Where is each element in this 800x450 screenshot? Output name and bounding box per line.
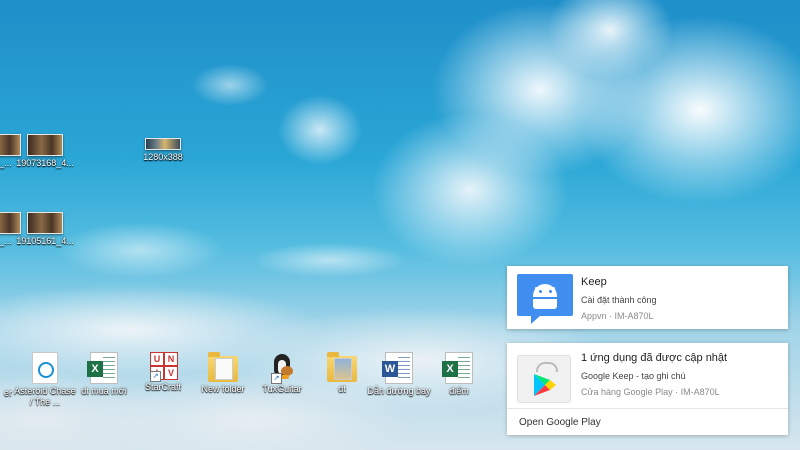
tuxguitar-penguin-icon: ↗: [269, 352, 295, 384]
desktop-icon-asteroid-chase[interactable]: Asteroid Chase / The ...: [12, 352, 78, 408]
icon-label: Asteroid Chase / The ...: [14, 386, 76, 407]
icon-label: TuxGuitar: [262, 384, 302, 394]
desktop-icon-partial[interactable]: er: [0, 352, 12, 399]
notification-body: Cài đặt thành công: [581, 295, 657, 305]
shortcut-arrow-icon: ↗: [271, 373, 282, 384]
notification-divider: [507, 408, 788, 409]
image-thumbnail-icon: [145, 138, 181, 150]
notification-body: Google Keep - tạo ghi chú: [581, 371, 686, 381]
word-file-icon: W: [382, 352, 413, 384]
image-thumbnail-icon: [27, 134, 63, 156]
desktop-icon-new-folder[interactable]: New folder: [190, 352, 256, 395]
icon-label: 1280x388: [143, 152, 183, 162]
open-google-play-button[interactable]: Open Google Play: [519, 417, 601, 428]
desktop-icon-image-19073168[interactable]: 19073168_4...: [12, 128, 78, 169]
desktop-icon-diem[interactable]: X điểm: [426, 352, 492, 397]
icon-label: Dẫn đường bay: [367, 386, 431, 396]
play-triangle-icon: [534, 374, 556, 396]
image-thumbnail-icon: [27, 212, 63, 234]
desktop-icon-starcraft[interactable]: U N I V ↗ StarCraft: [130, 352, 196, 393]
desktop-icon-image-1280x388[interactable]: 1280x388: [130, 128, 196, 163]
icon-label: 19105161_4...: [16, 236, 74, 246]
notification-source: Appvn · IM-A870L: [581, 311, 654, 321]
notification-title: 1 ứng dụng đã được cập nhật: [581, 352, 728, 364]
starcraft-icon: U N I V ↗: [148, 352, 178, 382]
desktop-icon-image-19105161[interactable]: 19105161_4...: [12, 206, 78, 247]
notification-title: Keep: [581, 276, 607, 288]
asteroid-file-icon: [32, 352, 58, 384]
folder-icon: [208, 352, 238, 382]
excel-file-icon: X: [442, 352, 473, 384]
icon-label: điểm: [449, 386, 469, 396]
shortcut-arrow-icon: ↗: [150, 371, 161, 382]
icon-label: StarCraft: [144, 382, 181, 392]
icon-label: New folder: [201, 384, 245, 394]
excel-file-icon: X: [87, 352, 118, 384]
icon-label: er: [3, 388, 12, 398]
desktop-icon-dt-mua-moi[interactable]: X dt mua mới: [71, 352, 137, 397]
desktop-icon-tuxguitar[interactable]: ↗ TuxGuitar: [249, 352, 315, 395]
notification-keep[interactable]: Keep Cài đặt thành công Appvn · IM-A870L: [507, 266, 788, 329]
folder-icon: [327, 352, 357, 382]
google-play-icon: [517, 355, 571, 403]
notification-source: Cửa hàng Google Play · IM-A870L: [581, 387, 720, 397]
android-icon: [517, 274, 573, 324]
desktop-icon-dan-duong-bay[interactable]: W Dẫn đường bay: [366, 352, 432, 397]
blank-icon: [0, 352, 4, 386]
icon-label: 19073168_4...: [16, 158, 74, 168]
notification-google-play[interactable]: 1 ứng dụng đã được cập nhật Google Keep …: [507, 343, 788, 435]
icon-label: dt mua mới: [81, 386, 127, 396]
